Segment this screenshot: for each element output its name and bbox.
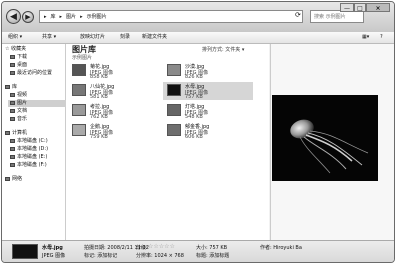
file-item[interactable]: 企鹅.jpg JPEG 图像 759 KB <box>68 122 158 140</box>
nav-videos[interactable]: 视频 <box>10 92 27 99</box>
desktop-icon <box>10 62 15 67</box>
videos-icon <box>10 92 15 97</box>
file-item-selected[interactable]: 水母.jpg JPEG 图像 757 KB <box>163 82 253 100</box>
details-dimensions: 分辨率: 1024 × 768 <box>136 253 184 259</box>
music-icon <box>10 116 15 121</box>
drive-icon <box>10 162 15 167</box>
file-thumbnail <box>167 124 181 136</box>
details-pane: 水母.jpg JPEG 图像 拍摄日期: 2008/2/11 11:32 标记:… <box>2 240 394 262</box>
recent-places-icon <box>10 70 15 75</box>
burn-button[interactable]: 刻录 <box>120 32 130 43</box>
maximize-button[interactable]: □ <box>354 3 366 12</box>
navigation-pane: ☆ 收藏夹 下载 桌面 最近访问的位置 库 视频 图片 文档 音乐 计算机 本地… <box>2 44 66 240</box>
view-options-icon[interactable]: ▦▾ <box>362 32 369 43</box>
downloads-icon <box>10 54 15 59</box>
pictures-icon <box>10 100 15 105</box>
file-item[interactable]: 考拉.jpg JPEG 图像 762 KB <box>68 102 158 120</box>
nav-drive-f[interactable]: 本地磁盘 (F:) <box>10 162 47 169</box>
nav-music[interactable]: 音乐 <box>10 116 27 123</box>
nav-recent[interactable]: 最近访问的位置 <box>10 70 52 77</box>
network-icon <box>5 176 10 181</box>
file-thumbnail <box>72 124 86 136</box>
nav-favorites[interactable]: ☆ 收藏夹 <box>5 46 26 53</box>
details-tags[interactable]: 标记: 添加标记 <box>84 252 117 259</box>
new-folder-button[interactable]: 新建文件夹 <box>142 32 167 43</box>
file-thumbnail <box>72 64 86 76</box>
drive-icon <box>10 154 15 159</box>
file-thumbnail <box>167 104 181 116</box>
preview-pane <box>270 44 394 240</box>
details-filetype: JPEG 图像 <box>42 253 66 259</box>
nav-drive-d[interactable]: 本地磁盘 (D:) <box>10 146 48 153</box>
computer-icon <box>5 130 10 135</box>
nav-computer[interactable]: 计算机 <box>5 130 27 137</box>
rating-stars[interactable]: ☆☆☆☆☆ <box>148 243 175 250</box>
details-title[interactable]: 标题: 添加标题 <box>196 252 229 259</box>
details-size: 大小: 757 KB <box>196 245 228 251</box>
details-author[interactable]: 作者: Hiroyuki Ba <box>260 244 302 251</box>
close-button[interactable]: × <box>366 3 390 12</box>
minimize-button[interactable]: — <box>340 3 354 12</box>
drive-icon <box>10 138 15 143</box>
file-thumbnail <box>72 104 86 116</box>
organize-button[interactable]: 组织 ▾ <box>8 32 22 43</box>
documents-icon <box>10 108 15 113</box>
drive-icon <box>10 146 15 151</box>
help-icon[interactable]: ? <box>380 32 383 43</box>
nav-drive-c[interactable]: 本地磁盘 (C:) <box>10 138 48 145</box>
file-thumbnail <box>72 84 86 96</box>
details-thumbnail <box>12 244 38 259</box>
nav-libraries[interactable]: 库 <box>5 84 17 91</box>
nav-drive-e[interactable]: 本地磁盘 (E:) <box>10 154 47 161</box>
file-thumbnail <box>167 64 181 76</box>
back-button[interactable]: ◀ <box>6 9 21 24</box>
nav-desktop[interactable]: 桌面 <box>10 62 27 69</box>
breadcrumb-libraries[interactable]: 库 <box>51 14 56 20</box>
file-list-pane: 图片库 示例图片 排列方式: 文件夹 ▾ 菊花.jpg JPEG 图像 858 KB… <box>66 44 269 240</box>
file-item[interactable]: 沙漠.jpg JPEG 图像 826 KB <box>163 62 253 80</box>
details-rating-label: 分级: <box>136 245 148 251</box>
command-bar: 组织 ▾ 共享 ▾ 放映幻灯片 刻录 新建文件夹 ▦▾ ? <box>2 32 394 44</box>
nav-network[interactable]: 网络 <box>5 176 22 183</box>
file-item[interactable]: 八仙花.jpg JPEG 图像 581 KB <box>68 82 158 100</box>
nav-downloads[interactable]: 下载 <box>10 54 27 61</box>
slideshow-button[interactable]: 放映幻灯片 <box>80 32 105 43</box>
preview-image <box>272 95 378 181</box>
explorer-window: ◀ ▶ ▸ 库 ▸ 图片 ▸ 示例图片 ⟳ 搜索 示例图片 — □ × 组织 ▾ 共享 ▾… <box>1 1 395 263</box>
nav-documents[interactable]: 文档 <box>10 108 27 115</box>
file-item[interactable]: 菊花.jpg JPEG 图像 858 KB <box>68 62 158 80</box>
folder-icon: ▸ <box>44 14 47 20</box>
forward-button[interactable]: ▶ <box>22 11 34 23</box>
nav-pictures[interactable]: 图片 <box>8 100 66 107</box>
library-icon <box>5 84 10 89</box>
file-item[interactable]: 郁金香.jpg JPEG 图像 606 KB <box>163 122 253 140</box>
library-subtitle: 示例图片 <box>72 55 93 61</box>
refresh-icon[interactable]: ⟳ <box>295 11 301 19</box>
breadcrumb-pictures[interactable]: 图片 <box>66 14 76 20</box>
details-filename: 水母.jpg <box>42 245 63 251</box>
file-thumbnail <box>167 84 181 96</box>
title-bar: ◀ ▶ ▸ 库 ▸ 图片 ▸ 示例图片 ⟳ 搜索 示例图片 — □ × <box>2 2 394 32</box>
arrange-by-dropdown[interactable]: 排列方式: 文件夹 ▾ <box>202 46 244 53</box>
share-button[interactable]: 共享 ▾ <box>42 32 56 43</box>
breadcrumb-sample-pictures[interactable]: 示例图片 <box>87 14 107 20</box>
file-item[interactable]: 灯塔.jpg JPEG 图像 548 KB <box>163 102 253 120</box>
address-bar[interactable]: ▸ 库 ▸ 图片 ▸ 示例图片 <box>39 10 303 23</box>
